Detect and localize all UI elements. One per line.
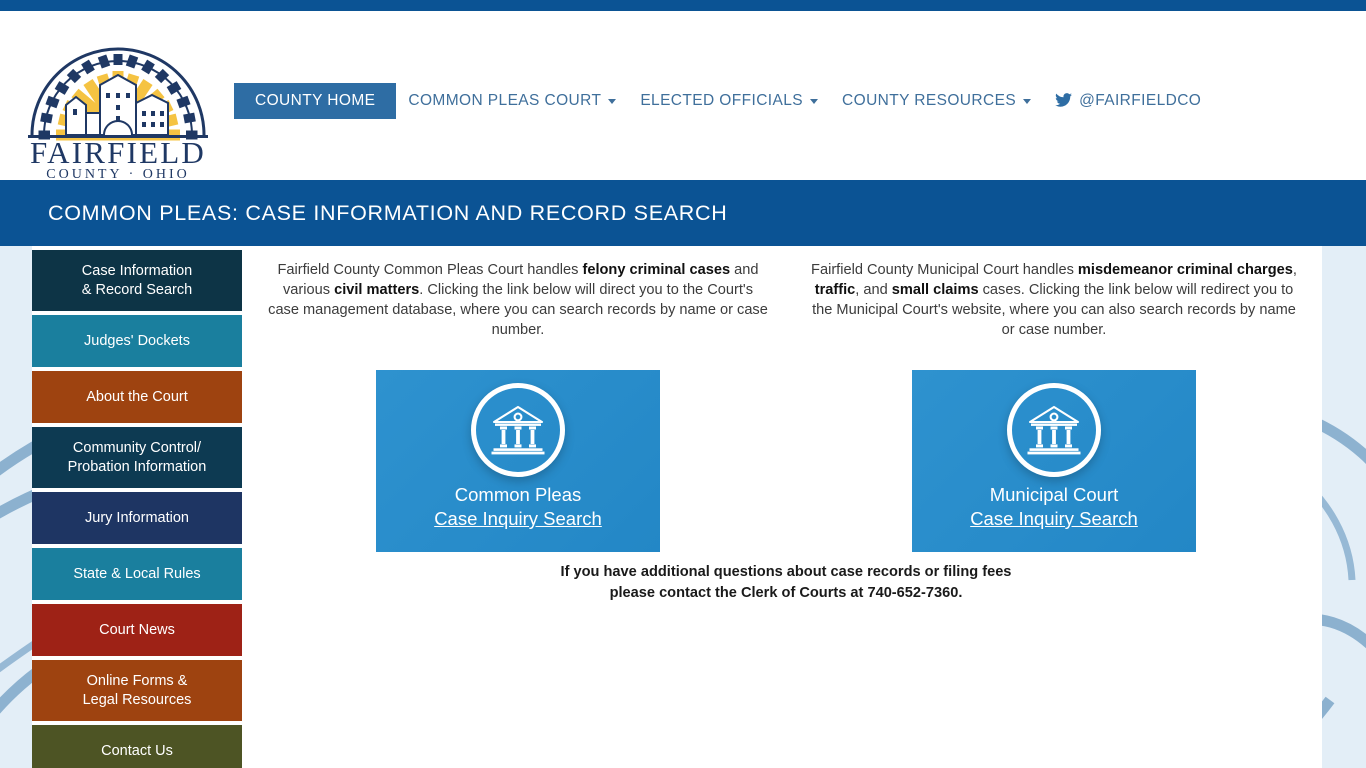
sidebar-item-label: Case Information & Record Search [81, 262, 193, 298]
sidebar-item-label: Court News [99, 621, 175, 638]
intro-paragraph-row: Fairfield County Common Pleas Court hand… [250, 260, 1322, 340]
nav-label: COMMON PLEAS COURT [408, 92, 602, 109]
page-title-banner: COMMON PLEAS: CASE INFORMATION AND RECOR… [0, 180, 1366, 246]
nav-item-common-pleas-court[interactable]: COMMON PLEAS COURT [396, 83, 628, 119]
sidebar-item-about-the-court[interactable]: About the Court [32, 371, 242, 423]
card-cell-municipal-court: Municipal Court Case Inquiry Search [786, 370, 1322, 552]
svg-text:COUNTY · OHIO: COUNTY · OHIO [46, 167, 189, 178]
chevron-down-icon [608, 98, 617, 104]
page-title: COMMON PLEAS: CASE INFORMATION AND RECOR… [48, 200, 728, 225]
card-cell-common-pleas: Common Pleas Case Inquiry Search [250, 370, 786, 552]
common-pleas-description: Fairfield County Common Pleas Court hand… [268, 262, 768, 338]
clerk-contact-note: If you have additional questions about c… [250, 562, 1322, 604]
nav-item-elected-officials[interactable]: ELECTED OFFICIALS [628, 83, 830, 119]
sidebar-item-label: About the Court [86, 388, 188, 405]
main-navigation: COUNTY HOME COMMON PLEAS COURT ELECTED O… [234, 78, 1213, 124]
sidebar-item-court-news[interactable]: Court News [32, 604, 242, 656]
chevron-down-icon [1023, 98, 1032, 104]
card-label: Municipal Court Case Inquiry Search [970, 484, 1138, 529]
nav-item-county-home[interactable]: COUNTY HOME [234, 83, 397, 119]
search-cards-row: Common Pleas Case Inquiry Search Municip… [250, 370, 1322, 552]
footnote-line-1: If you have additional questions about c… [560, 564, 1012, 580]
sidebar-item-label: Community Control/Probation Information [67, 439, 207, 475]
column-municipal-court: Fairfield County Municipal Court handles… [786, 260, 1322, 340]
sidebar-item-label: Online Forms & Legal Resources [82, 672, 192, 708]
nav-label: @FAIRFIELDCO [1079, 92, 1202, 109]
sidebar-item-state-local-rules[interactable]: State & Local Rules [32, 548, 242, 600]
top-accent-bar [0, 0, 1366, 11]
sidebar-item-contact-us[interactable]: Contact Us [32, 725, 242, 768]
sidebar-item-judges-dockets[interactable]: Judges' Dockets [32, 315, 242, 367]
sidebar-item-label: State & Local Rules [73, 565, 201, 582]
sidebar-item-community-control[interactable]: Community Control/Probation Information [32, 427, 242, 488]
footnote-line-2: please contact the Clerk of Courts at 74… [609, 585, 963, 601]
courthouse-seal-icon [1007, 383, 1101, 477]
sidebar-item-label: Contact Us [101, 742, 173, 759]
column-common-pleas: Fairfield County Common Pleas Court hand… [250, 260, 786, 340]
fairfield-county-logo[interactable]: FAIRFIELD COUNTY · OHIO [18, 23, 218, 182]
nav-label: COUNTY RESOURCES [842, 92, 1017, 109]
municipal-court-description: Fairfield County Municipal Court handles… [811, 262, 1297, 338]
twitter-icon [1055, 92, 1072, 110]
sidebar-item-case-information[interactable]: Case Information & Record Search [32, 250, 242, 311]
nav-label: ELECTED OFFICIALS [640, 92, 804, 109]
sidebar-item-label: Judges' Dockets [84, 332, 190, 349]
common-pleas-case-inquiry-card[interactable]: Common Pleas Case Inquiry Search [376, 370, 660, 552]
section-sidebar: Case Information & Record Search Judges' … [32, 250, 242, 768]
card-label: Common Pleas Case Inquiry Search [434, 484, 602, 529]
municipal-court-case-inquiry-card[interactable]: Municipal Court Case Inquiry Search [912, 370, 1196, 552]
main-content: Fairfield County Common Pleas Court hand… [250, 246, 1322, 768]
nav-item-twitter-handle[interactable]: @FAIRFIELDCO [1043, 83, 1213, 119]
site-header: FAIRFIELD COUNTY · OHIO COUNTY HOME COMM… [0, 11, 1366, 182]
nav-label: COUNTY HOME [255, 92, 376, 109]
svg-text:FAIRFIELD: FAIRFIELD [30, 135, 206, 170]
sidebar-item-online-forms[interactable]: Online Forms & Legal Resources [32, 660, 242, 721]
chevron-down-icon [810, 98, 819, 104]
sidebar-item-label: Jury Information [85, 509, 189, 526]
courthouse-seal-icon [471, 383, 565, 477]
nav-item-county-resources[interactable]: COUNTY RESOURCES [830, 83, 1043, 119]
sidebar-item-jury-information[interactable]: Jury Information [32, 492, 242, 544]
